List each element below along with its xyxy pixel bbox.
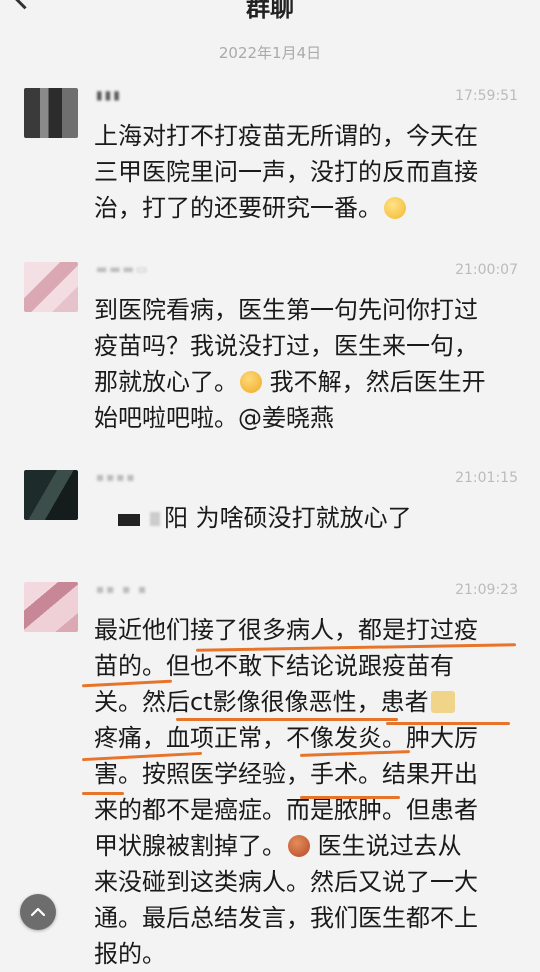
message-line: 甲状腺被割掉了。 医生说过去从 [94, 828, 514, 864]
message-time: 21:00:07 [455, 262, 518, 278]
message-time: 21:09:23 [455, 582, 518, 598]
message-line: 来没碰到这类病人。然后又说了一大 [94, 868, 478, 896]
avatar[interactable] [24, 88, 78, 138]
message-text: 上海对打不打疫苗无所谓的，今天在 三甲医院里问一声，没打的反而直接 治，打了的还… [94, 118, 514, 226]
avatar[interactable] [24, 470, 78, 520]
message-line: 那就放心了。 我不解，然后医生开 [94, 364, 514, 400]
message-line-text: 那就放心了。 [94, 368, 238, 396]
redacted-block [118, 514, 140, 526]
grin-emoji-icon [384, 197, 406, 219]
message-item: ▪▪▪▪ 21:01:15 阳 为啥硕没打就放心了 [0, 470, 540, 560]
message-line: 关。然后ct影像很像恶性，患者 [94, 684, 514, 720]
chat-title: 群聊 [246, 0, 294, 22]
sender-name: ▪▪ ▪ ▪ [96, 582, 149, 596]
sender-name: ▮▮▮ [96, 88, 122, 102]
date-divider: 2022年1月4日 [218, 44, 322, 62]
message-line: 最近他们接了很多病人，都是打过疫 [94, 616, 478, 644]
sender-name: ▬▬▬▭ [96, 262, 150, 276]
message-line-text: 我不解，然后医生开 [262, 368, 486, 396]
underline-annotation [176, 718, 398, 721]
message-line: 疫苗吗？我说没打过，医生来一句， [94, 332, 478, 360]
message-line-text: 治，打了的还要研究一番。 [94, 194, 382, 222]
underline-annotation [386, 722, 510, 725]
message-text: 最近他们接了很多病人，都是打过疫 苗的。但也不敢下结论说跟疫苗有 关。然后ct影… [94, 612, 514, 972]
message-line: 苗的。但也不敢下结论说跟疫苗有 [94, 652, 454, 680]
chat-header: 群聊 ••• [0, 0, 540, 22]
sad-face-emoji-icon [288, 835, 310, 857]
avatar[interactable] [24, 262, 78, 312]
scroll-to-top-button[interactable] [20, 894, 56, 930]
message-line: 通。最后总结发言，我们医生都不上 [94, 904, 478, 932]
message-time: 17:59:51 [455, 88, 518, 104]
message-time: 21:01:15 [455, 470, 518, 486]
message-item: ▬▬▬▭ 21:00:07 到医院看病，医生第一句先问你打过 疫苗吗？我说没打过… [0, 262, 540, 442]
avatar[interactable] [24, 582, 78, 632]
message-text: 到医院看病，医生第一句先问你打过 疫苗吗？我说没打过，医生来一句， 那就放心了。… [94, 292, 514, 436]
message-line: 到医院看病，医生第一句先问你打过 [94, 296, 478, 324]
facepalm-emoji-icon [240, 371, 262, 393]
message-line: 报的。 [94, 940, 166, 968]
message-line: 始吧啦吧啦。@姜晓燕 [94, 404, 334, 432]
redacted-block [150, 512, 160, 526]
underline-annotation [82, 792, 124, 795]
message-line: 疼痛，血项正常，不像发炎。肿大厉 [94, 724, 478, 752]
message-item: ▪▪ ▪ ▪ 21:09:23 最近他们接了很多病人，都是打过疫 苗的。但也不敢… [0, 582, 540, 968]
message-line: 阳 为啥硕没打就放心了 [118, 500, 538, 536]
message-line: 上海对打不打疫苗无所谓的，今天在 [94, 122, 478, 150]
sender-name: ▪▪▪▪ [96, 470, 137, 484]
message-line-text: 阳 为啥硕没打就放心了 [164, 504, 412, 532]
message-item: ▮▮▮ 17:59:51 上海对打不打疫苗无所谓的，今天在 三甲医院里问一声，没… [0, 88, 540, 228]
message-line-text: 关。然后ct影像很像恶性，患者 [94, 688, 429, 716]
message-line: 害。按照医学经验，手术。结果开出 [94, 760, 478, 788]
message-line: 治，打了的还要研究一番。 [94, 190, 514, 226]
more-icon[interactable]: ••• [483, 0, 522, 11]
message-line-text: 甲状腺被割掉了。 [94, 832, 286, 860]
message-text: 阳 为啥硕没打就放心了 [118, 500, 538, 536]
emoji-square-icon [430, 691, 455, 713]
arrow-up-icon [30, 907, 46, 917]
message-line-text: 医生说过去从 [310, 832, 462, 860]
underline-annotation [300, 796, 400, 799]
message-line: 三甲医院里问一声，没打的反而直接 [94, 158, 478, 186]
